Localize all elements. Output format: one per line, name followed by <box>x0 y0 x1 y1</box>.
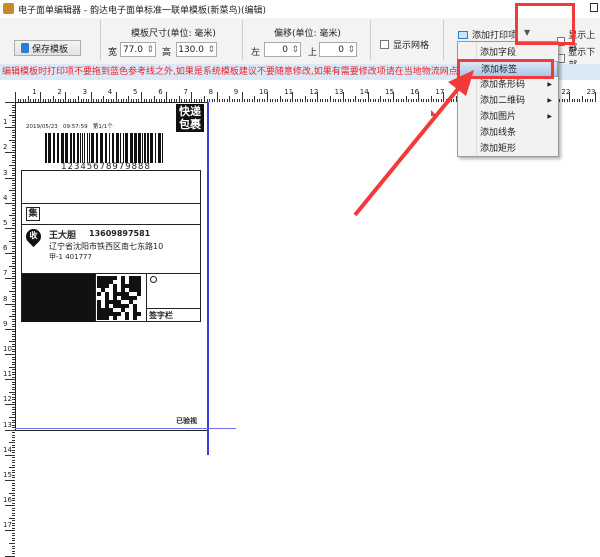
annotation-arrow <box>353 70 474 217</box>
